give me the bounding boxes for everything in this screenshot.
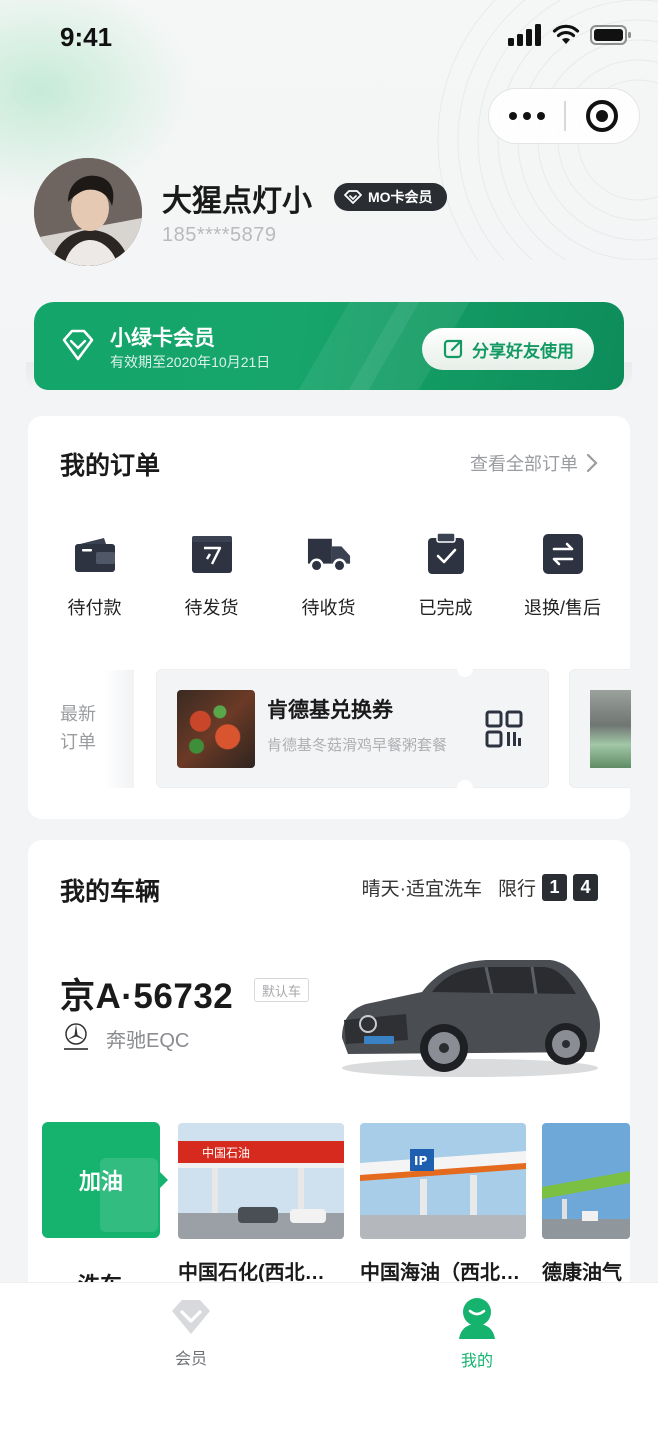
tab-refuel[interactable]: 加油: [42, 1122, 168, 1238]
wallet-icon: [74, 538, 115, 572]
wifi-icon: [552, 24, 580, 44]
station-name: 德康油气: [542, 1262, 622, 1284]
close-mini-program-button[interactable]: [566, 89, 639, 143]
next-order-coupon[interactable]: [569, 669, 631, 788]
qr-code-icon[interactable]: [485, 710, 523, 748]
tab-member[interactable]: 会员: [141, 1297, 241, 1369]
limit-number: 4: [573, 874, 598, 901]
status-bar: 9:41: [0, 0, 658, 80]
share-with-friends-button[interactable]: 分享好友使用: [422, 328, 594, 370]
signal-icon: [508, 24, 541, 46]
order-status-label: 退换/售后: [523, 598, 601, 618]
vehicle-title: 我的车辆: [60, 878, 161, 906]
coupon-notch: [457, 780, 473, 788]
station-sign-text: 中国石油: [202, 1145, 250, 1160]
tab-mine[interactable]: 我的: [427, 1297, 527, 1371]
weather-text: 晴天·适宜洗车: [361, 879, 482, 900]
order-status-label: 待收货: [301, 598, 356, 618]
exchange-icon: [542, 534, 583, 574]
coupon-subtitle: 肯德基冬菇滑鸡早餐粥套餐: [267, 737, 448, 754]
more-dot-icon: [508, 112, 517, 120]
diamond-icon: [62, 329, 94, 361]
status-icons: [508, 24, 632, 46]
member-card-expiry: 有效期至2020年10月21日: [110, 354, 271, 370]
delivery-truck-icon: [307, 538, 350, 573]
coupon-title: 肯德基兑换券: [267, 699, 393, 722]
station-name: 中国海油（西北旺加油站）: [360, 1262, 526, 1284]
status-time: 9:41: [60, 22, 113, 52]
tab-pointer: [160, 1172, 168, 1188]
more-options-button[interactable]: [489, 89, 564, 143]
license-plate: 京A·56732: [60, 977, 234, 1016]
share-icon: [443, 339, 463, 359]
scroll-fade: [104, 670, 134, 788]
diamond-icon: [344, 190, 362, 204]
station-image-cnooc: IP: [360, 1123, 526, 1239]
order-status-completed[interactable]: 已完成: [387, 532, 504, 620]
tab-member-label: 会员: [174, 1351, 207, 1368]
latest-order-label: 最新订单: [60, 704, 96, 752]
view-all-orders-link[interactable]: 查看全部订单: [470, 450, 598, 476]
weather-info: 晴天·适宜洗车 限行 1 4: [362, 874, 598, 901]
order-status-label: 已完成: [418, 598, 473, 618]
coupon-notch: [457, 669, 473, 677]
member-card[interactable]: 小绿卡会员 有效期至2020年10月21日 分享好友使用: [34, 302, 624, 390]
bottom-tab-bar: 会员 我的: [0, 1282, 658, 1432]
clipboard-check-icon: [427, 533, 464, 574]
member-badge[interactable]: MO卡会员: [334, 183, 447, 211]
user-name: 大猩点灯小: [162, 185, 312, 218]
station-image-dekang: [542, 1123, 630, 1239]
order-status-pending-shipment[interactable]: 待发货: [153, 532, 270, 620]
default-car-tag: 默认车: [254, 978, 310, 1002]
battery-icon: [590, 25, 631, 45]
more-dot-icon: [522, 112, 531, 120]
chevron-right-icon: [586, 453, 598, 473]
orders-card: 我的订单 查看全部订单 待付款 待发货 待收货 已完成 退换/售后 最新订单 肯…: [28, 416, 631, 819]
order-status-label: 待付款: [67, 598, 122, 618]
phone-number: 185****5879: [162, 224, 277, 246]
more-dot-icon: [536, 112, 545, 120]
user-icon: [459, 1298, 495, 1339]
share-button-label: 分享好友使用: [472, 341, 574, 361]
order-status-label: 待发货: [184, 598, 239, 618]
member-card-title: 小绿卡会员: [110, 327, 215, 350]
car-image: [342, 960, 600, 1077]
station-sign-text: IP: [414, 1154, 427, 1168]
car-model: 奔驰EQC: [106, 1030, 190, 1052]
station-item[interactable]: IP 中国海油（西北旺加油站）: [360, 1123, 526, 1285]
tab-refuel-label: 加油: [78, 1169, 123, 1194]
target-circle-icon: [586, 100, 619, 132]
mercedes-logo-icon: [64, 1023, 88, 1050]
station-image-sinopec: 中国石油: [178, 1123, 344, 1239]
package-icon: [191, 536, 232, 573]
traffic-limit-label: 限行: [497, 879, 536, 900]
order-status-row: 待付款 待发货 待收货 已完成 退换/售后: [36, 532, 622, 620]
station-name: 中国石化(西北旺加油站): [178, 1262, 344, 1284]
tab-mine-label: 我的: [460, 1353, 493, 1370]
avatar[interactable]: [34, 158, 142, 266]
diamond-icon: [172, 1300, 210, 1334]
order-status-returns[interactable]: 退换/售后: [504, 532, 621, 620]
station-item[interactable]: 中国石油 中国石化(西北旺加油站): [178, 1123, 344, 1285]
order-status-pending-receipt[interactable]: 待收货: [270, 532, 387, 620]
avatar-portrait: [34, 158, 142, 266]
latest-order-coupon[interactable]: 肯德基兑换券 肯德基冬菇滑鸡早餐粥套餐: [156, 669, 549, 788]
next-coupon-image: [590, 690, 631, 768]
view-all-orders-label: 查看全部订单: [470, 454, 578, 474]
limit-number: 1: [542, 874, 567, 901]
mini-program-capsule: [488, 88, 640, 144]
member-badge-label: MO卡会员: [368, 189, 433, 205]
station-item[interactable]: 德康油气: [542, 1123, 630, 1285]
coupon-food-image: [177, 690, 255, 768]
order-status-pending-payment[interactable]: 待付款: [36, 532, 153, 620]
orders-title: 我的订单: [60, 452, 161, 480]
vehicle-card: 我的车辆 晴天·适宜洗车 限行 1 4 京A·56732 默认车 奔驰EQC 加…: [28, 840, 630, 1300]
